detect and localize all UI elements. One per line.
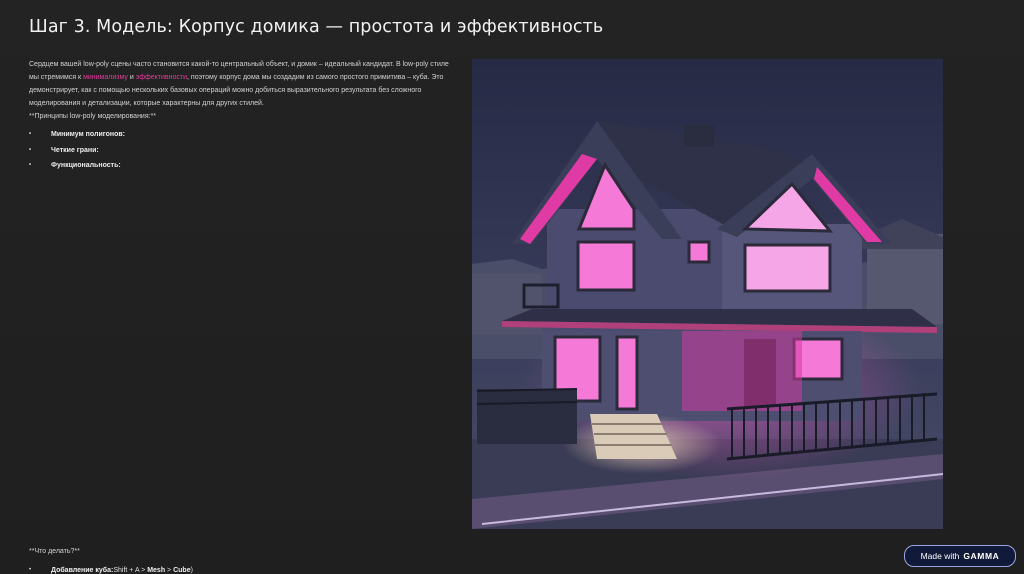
porch-glow (682, 331, 802, 411)
badge-made-with: Made with (920, 551, 960, 561)
chimney (684, 125, 714, 147)
slide: Шаг 3. Модель: Корпус домика — простота … (0, 0, 1024, 574)
principle-label: Четкие грани: (51, 146, 99, 154)
add-cube-instruction: Добавление куба:Shift + A > Mesh > Cube) (51, 567, 193, 574)
intro-paragraph: Сердцем вашей low-poly сцены часто стано… (29, 58, 454, 110)
principle-label: Функциональность: (51, 162, 121, 169)
what-todo-heading: **Что делать?** (29, 548, 80, 555)
ground-window-mid (615, 335, 639, 411)
page-title: Шаг 3. Модель: Корпус домика — простота … (29, 17, 604, 37)
shortcut-text: Shift + A > (113, 567, 148, 574)
cube-label: Cube (173, 567, 191, 574)
add-cube-label: Добавление куба: (51, 567, 114, 574)
upper-window-right (743, 243, 832, 293)
upper-window-left (576, 240, 636, 292)
bullet-dot: • (29, 131, 32, 137)
principles-heading: **Принципы low-poly моделирования:** (29, 113, 157, 120)
house-illustration-svg (472, 59, 943, 529)
made-with-gamma-badge[interactable]: Made with GAMMA (904, 545, 1016, 567)
mesh-label: Mesh (147, 567, 166, 574)
badge-brand: GAMMA (963, 551, 1000, 561)
arrow-text: > (165, 567, 174, 574)
highlight-efficiency: эффективности (135, 74, 188, 81)
upper-window-small (687, 240, 711, 264)
highlight-minimalism: минимализму (83, 74, 128, 81)
close-paren: ) (190, 567, 193, 574)
bullet-dot: • (29, 162, 32, 168)
bullet-dot: • (29, 567, 32, 573)
principle-label: Минимум полигонов: (51, 131, 125, 138)
house-illustration (472, 59, 943, 529)
fence-left-base (477, 389, 577, 444)
bullet-dot: • (29, 146, 32, 153)
intro-text-and: и (127, 74, 136, 81)
